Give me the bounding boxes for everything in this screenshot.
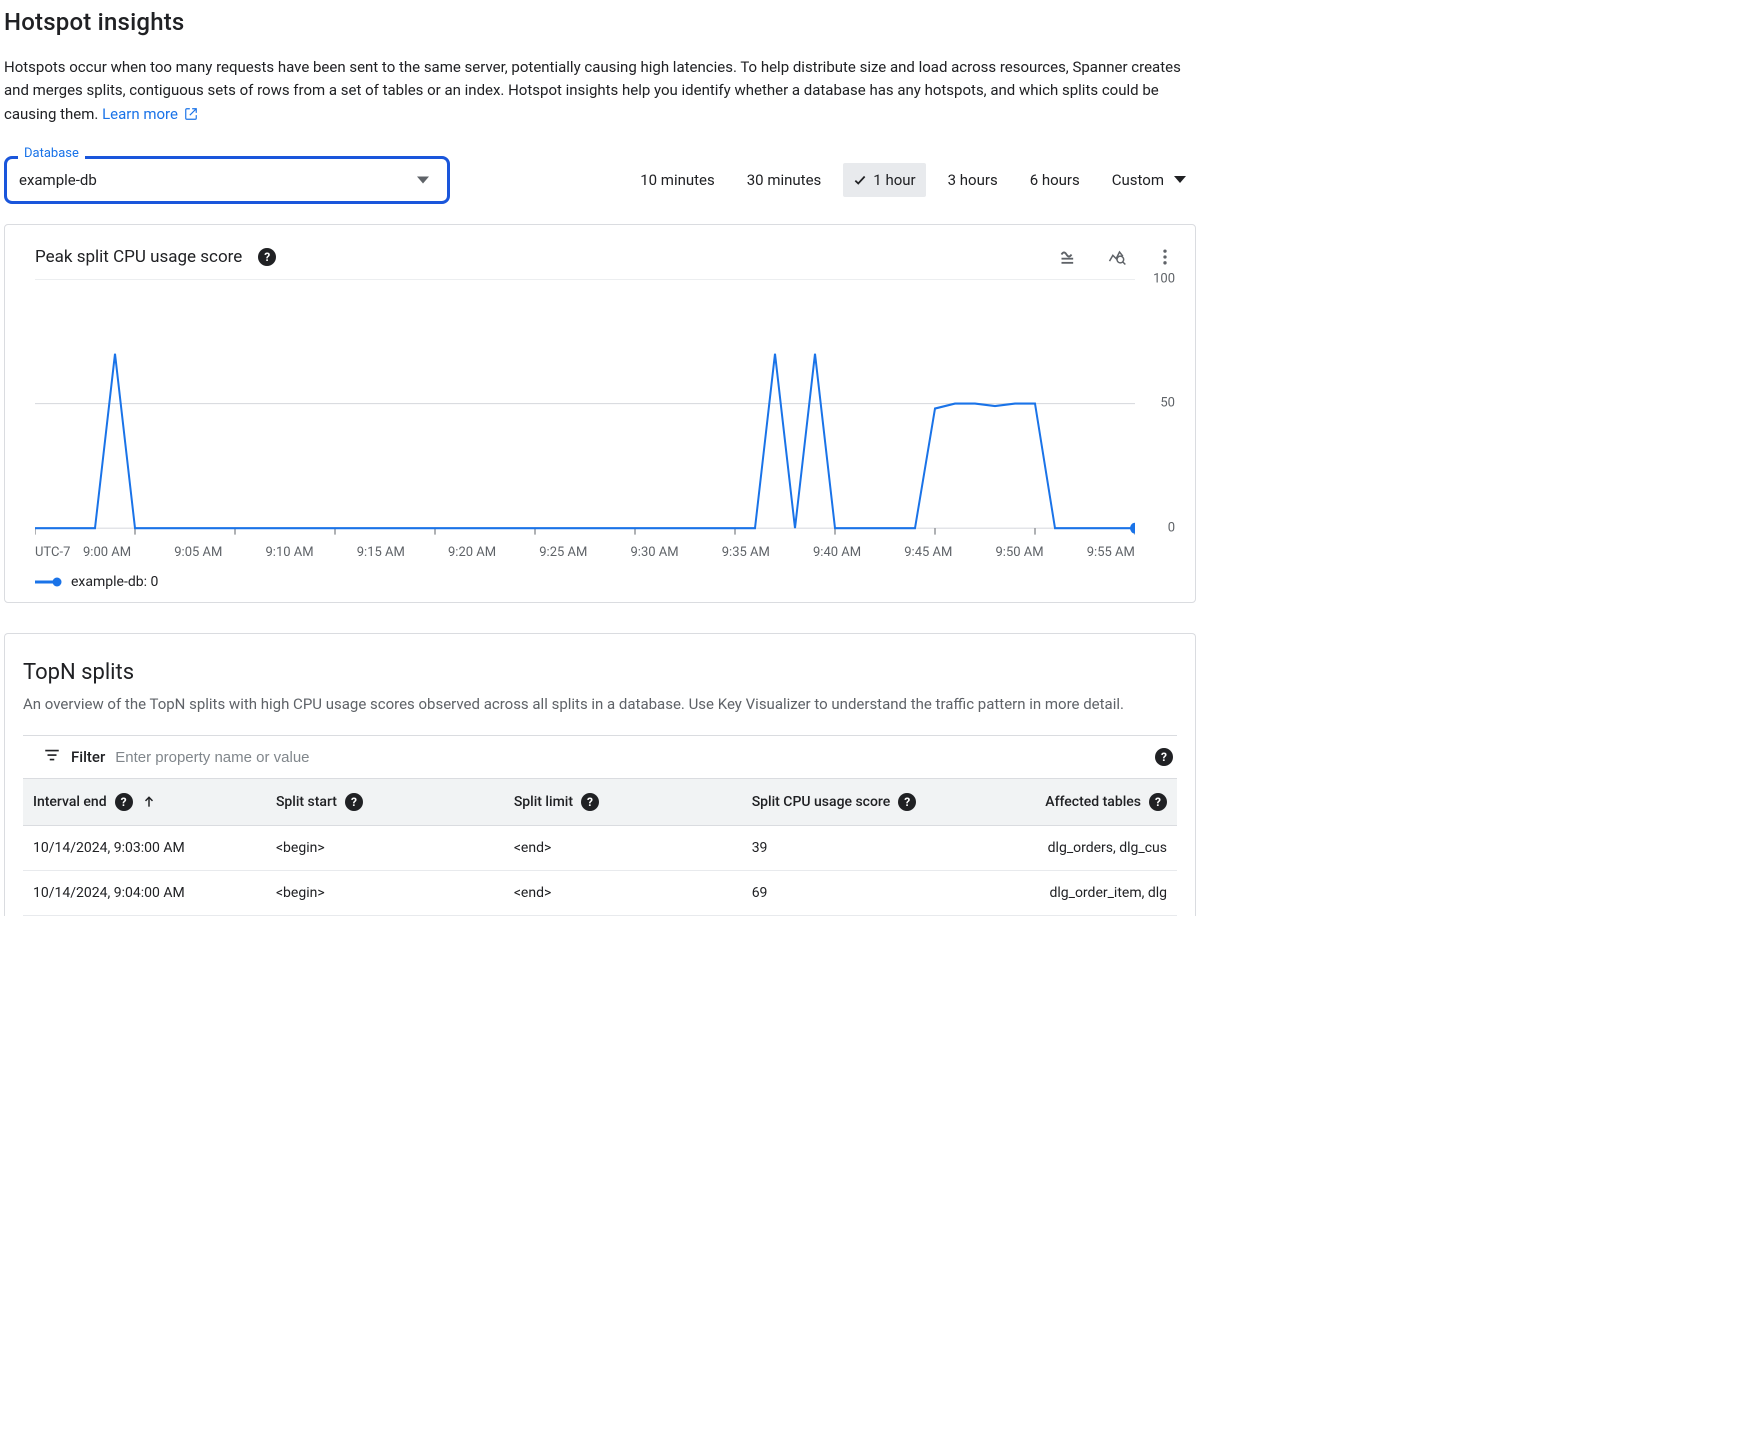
- learn-more-link[interactable]: Learn more: [102, 105, 198, 123]
- help-icon[interactable]: ?: [581, 793, 599, 811]
- chart-legend: example-db: 0: [35, 574, 1175, 590]
- chart-timezone: UTC-7: [35, 545, 83, 560]
- cell-interval-end: 10/14/2024, 9:04:00 AM: [23, 871, 266, 916]
- database-select-label: Database: [18, 146, 85, 161]
- topn-splits-card: TopN splits An overview of the TopN spli…: [4, 633, 1196, 917]
- col-split-limit[interactable]: Split limit ?: [504, 779, 742, 826]
- time-range-option[interactable]: 6 hours: [1020, 163, 1090, 197]
- external-link-icon: [184, 105, 198, 128]
- chart-title: Peak split CPU usage score: [35, 247, 242, 267]
- database-select[interactable]: Database example-db: [4, 156, 450, 204]
- cell-cpu-score: 39: [742, 826, 1015, 871]
- cell-affected-tables: dlg_orders, dlg_cus: [1015, 826, 1177, 871]
- checkmark-icon: [853, 173, 867, 187]
- splits-table: Interval end ? Split start ? Sp: [23, 779, 1177, 916]
- x-tick-label: 9:30 AM: [631, 545, 679, 560]
- page-title: Hotspot insights: [4, 8, 1196, 36]
- table-row[interactable]: 10/14/2024, 9:03:00 AM<begin><end>39dlg_…: [23, 826, 1177, 871]
- cell-split-start: <begin>: [266, 826, 504, 871]
- cell-split-limit: <end>: [504, 826, 742, 871]
- dropdown-caret-icon: [1174, 176, 1186, 183]
- col-split-start[interactable]: Split start ?: [266, 779, 504, 826]
- cell-split-start: <begin>: [266, 871, 504, 916]
- cell-cpu-score: 69: [742, 871, 1015, 916]
- y-tick-label: 0: [1168, 520, 1175, 535]
- x-tick-label: 9:15 AM: [357, 545, 405, 560]
- help-icon[interactable]: ?: [1149, 793, 1167, 811]
- table-row[interactable]: 10/14/2024, 9:04:00 AM<begin><end>69dlg_…: [23, 871, 1177, 916]
- cell-interval-end: 10/14/2024, 9:03:00 AM: [23, 826, 266, 871]
- legend-toggle-icon[interactable]: [1059, 247, 1079, 267]
- x-tick-label: 9:45 AM: [904, 545, 952, 560]
- filter-icon: [43, 746, 61, 768]
- cell-split-limit: <end>: [504, 871, 742, 916]
- more-options-icon[interactable]: [1155, 247, 1175, 267]
- help-icon[interactable]: ?: [345, 793, 363, 811]
- y-tick-label: 100: [1153, 271, 1175, 286]
- database-select-value: example-db: [19, 171, 97, 189]
- x-tick-label: 9:40 AM: [813, 545, 861, 560]
- zoom-chart-icon[interactable]: [1107, 247, 1127, 267]
- sort-ascending-icon: [141, 794, 157, 810]
- help-icon[interactable]: ?: [115, 793, 133, 811]
- x-tick-label: 9:35 AM: [722, 545, 770, 560]
- help-icon[interactable]: ?: [898, 793, 916, 811]
- intro-paragraph: Hotspots occur when too many requests ha…: [4, 56, 1196, 128]
- legend-marker-icon: [35, 575, 63, 589]
- col-affected-tables[interactable]: Affected tables ?: [1015, 779, 1177, 826]
- help-icon[interactable]: ?: [1155, 748, 1173, 766]
- x-tick-label: 9:05 AM: [174, 545, 222, 560]
- x-tick-label: 9:25 AM: [539, 545, 587, 560]
- time-range-group: 10 minutes 30 minutes 1 hour 3 hours 6 hours…: [630, 163, 1196, 197]
- time-range-option[interactable]: 10 minutes: [630, 163, 725, 197]
- x-tick-label: 9:00 AM: [83, 545, 131, 560]
- time-range-option[interactable]: 3 hours: [938, 163, 1008, 197]
- dropdown-caret-icon: [417, 176, 429, 183]
- col-interval-end[interactable]: Interval end ?: [23, 779, 266, 826]
- filter-label: Filter: [71, 748, 105, 766]
- topn-description: An overview of the TopN splits with high…: [23, 693, 1163, 716]
- chart-card: Peak split CPU usage score ?: [4, 224, 1196, 603]
- x-tick-label: 9:20 AM: [448, 545, 496, 560]
- filter-input[interactable]: [115, 749, 475, 766]
- help-icon[interactable]: ?: [258, 248, 276, 266]
- x-tick-label: 9:55 AM: [1087, 545, 1135, 560]
- time-range-option[interactable]: 1 hour: [843, 163, 925, 197]
- y-tick-label: 50: [1160, 396, 1175, 411]
- x-tick-label: 9:10 AM: [266, 545, 314, 560]
- col-cpu-score[interactable]: Split CPU usage score ?: [742, 779, 1015, 826]
- time-range-option[interactable]: 30 minutes: [737, 163, 832, 197]
- time-range-custom[interactable]: Custom: [1102, 163, 1196, 197]
- topn-title: TopN splits: [23, 660, 1177, 685]
- cell-affected-tables: dlg_order_item, dlg: [1015, 871, 1177, 916]
- x-tick-label: 9:50 AM: [996, 545, 1044, 560]
